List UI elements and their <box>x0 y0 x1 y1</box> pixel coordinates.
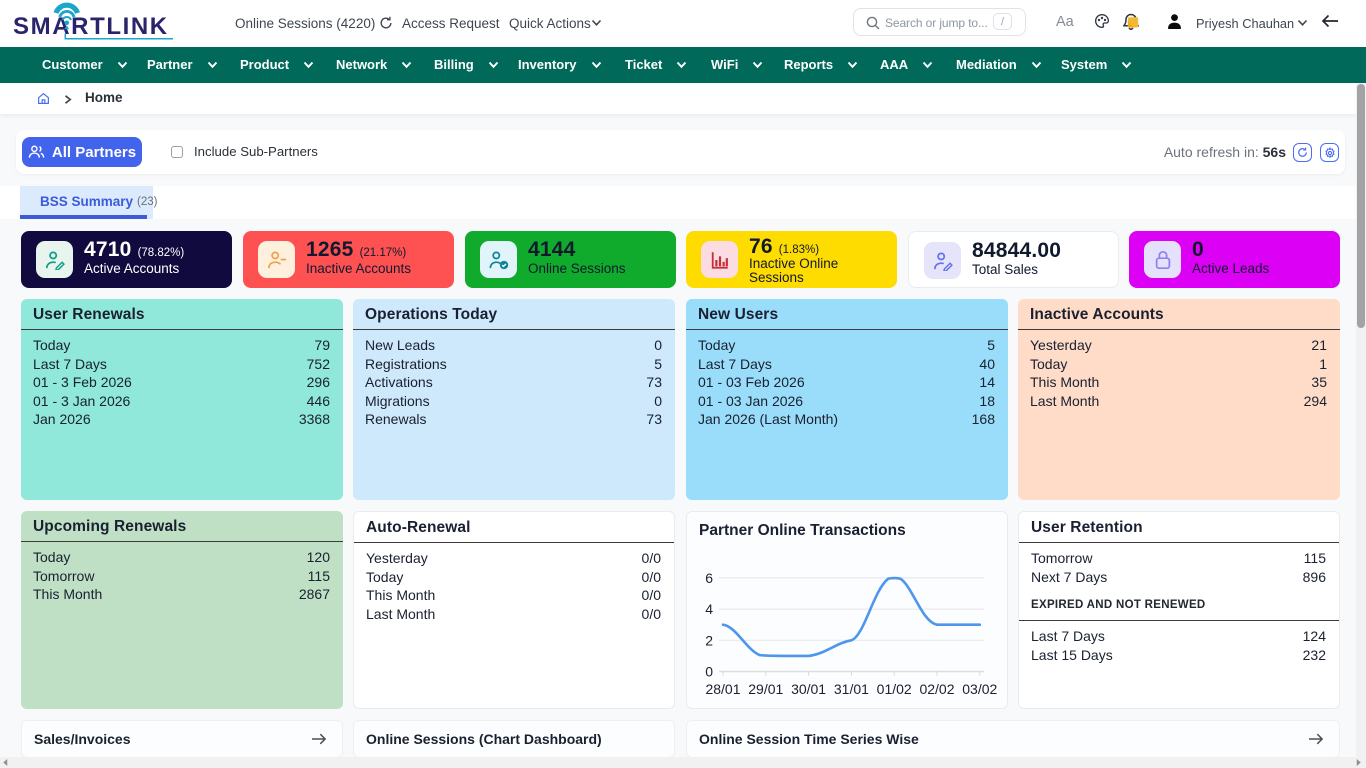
svg-text:4: 4 <box>705 601 713 617</box>
svg-text:02/02: 02/02 <box>919 681 954 697</box>
svg-text:30/01: 30/01 <box>791 681 826 697</box>
svg-text:SMARTLINK: SMARTLINK <box>13 13 169 40</box>
svg-text:31/01: 31/01 <box>834 681 869 697</box>
svg-text:01/02: 01/02 <box>877 681 912 697</box>
svg-text:0: 0 <box>705 664 713 680</box>
svg-text:29/01: 29/01 <box>748 681 783 697</box>
svg-text:6: 6 <box>705 570 713 586</box>
svg-text:28/01: 28/01 <box>705 681 740 697</box>
svg-text:03/02: 03/02 <box>962 681 997 697</box>
svg-text:2: 2 <box>705 632 713 648</box>
